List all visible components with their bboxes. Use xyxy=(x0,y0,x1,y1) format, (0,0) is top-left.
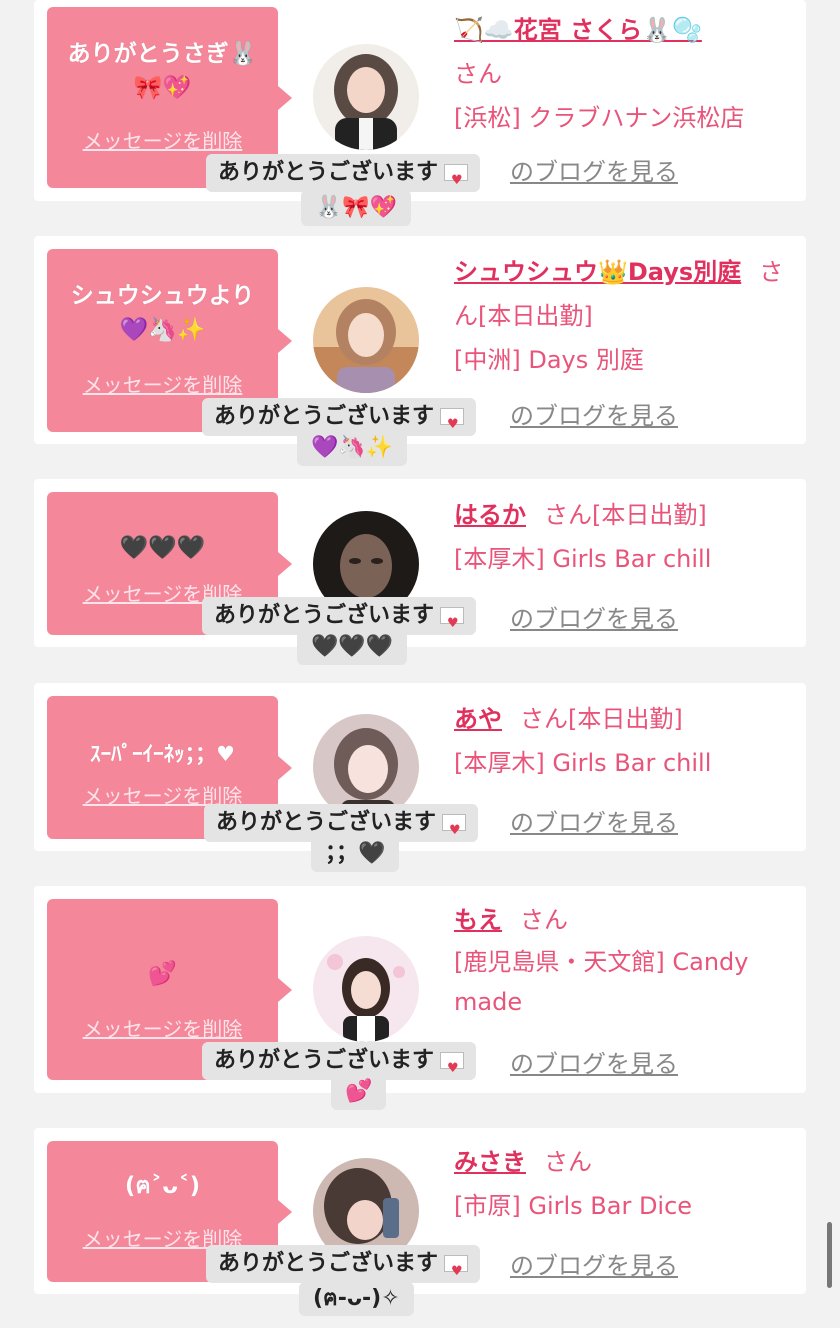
bubble-text-line1: 🖤🖤🖤 xyxy=(119,535,206,561)
tooltip-emoji: 🐰🎀💖 xyxy=(301,190,412,226)
cast-info: もえ さん [鹿児島県・天文館] Candy made xyxy=(454,898,794,1022)
blog-link[interactable]: のブログを見る xyxy=(510,599,678,634)
thanks-text: ありがとうございます xyxy=(218,160,439,185)
san-label: さん xyxy=(520,705,568,733)
blog-link[interactable]: のブログを見る xyxy=(510,1044,678,1079)
shop-name: [本厚木] Girls Bar chill xyxy=(454,749,712,777)
blog-link[interactable]: のブログを見る xyxy=(510,152,678,187)
message-card: ｽｰﾊﾟｰｲｰﾈｯ；；♥ メッセージを削除 あや さん[本日出勤] [本厚木] G… xyxy=(34,683,806,872)
blog-link[interactable]: のブログを見る xyxy=(510,396,678,431)
bubble-text-line1: (ฅ˃ᴗ˂) xyxy=(124,1173,201,1199)
love-letter-icon xyxy=(440,1050,465,1088)
bubble-text-line1: ｽｰﾊﾟｰｲｰﾈｯ；；♥ xyxy=(90,742,235,766)
bubble-text-line1: シュウシュウより xyxy=(70,283,255,309)
delete-message-link[interactable]: メッセージを削除 xyxy=(47,369,278,398)
love-letter-icon xyxy=(440,605,465,643)
love-letter-icon xyxy=(440,406,465,444)
tooltip-emoji: (ฅ-ᴗ-)✧ xyxy=(299,1282,414,1316)
cast-name-link[interactable]: 🏹☁️花宮 さくら🐰🫧 xyxy=(454,16,702,44)
thanks-text: ありがとうございます xyxy=(214,1048,435,1073)
cast-info: みさき さん [市原] Girls Bar Dice xyxy=(454,1140,794,1228)
bubble-text-line1: ありがとうさぎ🐰 xyxy=(67,41,258,67)
tooltip-emoji: ；；🖤 xyxy=(311,836,400,872)
message-card: 🖤🖤🖤 メッセージを削除 はるか さん[本日出勤] [本厚木] Girls Bar… xyxy=(34,479,806,665)
message-card: 💕 メッセージを削除 もえ さん [鹿児島県・天文館] Candy made のブ… xyxy=(34,886,806,1110)
cast-name-link[interactable]: みさき xyxy=(454,1148,526,1176)
tooltip-emoji: 🖤🖤🖤 xyxy=(297,629,408,665)
cast-name-link[interactable]: シュウシュウ👑Days別庭 xyxy=(454,258,741,286)
delete-message-link[interactable]: メッセージを削除 xyxy=(47,125,278,154)
thanks-text: ありがとうございます xyxy=(214,603,435,628)
thanks-text: ありがとうございます xyxy=(216,810,437,835)
cast-info: はるか さん[本日出勤] [本厚木] Girls Bar chill xyxy=(454,493,794,581)
delete-message-link[interactable]: メッセージを削除 xyxy=(47,1013,278,1042)
avatar[interactable] xyxy=(313,44,419,150)
san-label: さん xyxy=(454,60,502,88)
san-label: さん xyxy=(520,906,568,934)
tooltip-emoji: 💕 xyxy=(331,1074,387,1110)
bubble-text-line1: 💕 xyxy=(148,961,177,987)
shop-name: [中洲] Days 別庭 xyxy=(454,346,644,374)
love-letter-icon xyxy=(444,162,469,200)
love-letter-icon xyxy=(444,1253,469,1291)
scrollbar[interactable] xyxy=(827,1222,832,1288)
shop-name: [本厚木] Girls Bar chill xyxy=(454,545,712,573)
bubble-text-line2: 💜🦄✨ xyxy=(119,317,206,343)
cast-info: あや さん[本日出勤] [本厚木] Girls Bar chill xyxy=(454,697,794,785)
love-letter-icon xyxy=(442,812,467,850)
shop-name: [市原] Girls Bar Dice xyxy=(454,1192,693,1220)
blog-link[interactable]: のブログを見る xyxy=(510,803,678,838)
work-status: [本日出勤] xyxy=(478,302,593,330)
san-label: さん xyxy=(544,1148,592,1176)
shop-name: [鹿児島県・天文館] Candy made xyxy=(454,948,749,1016)
cast-name-link[interactable]: もえ xyxy=(454,906,502,934)
san-label: さん xyxy=(544,501,592,529)
thanks-text: ありがとうございます xyxy=(214,404,435,429)
avatar[interactable] xyxy=(313,936,419,1042)
cast-name-link[interactable]: はるか xyxy=(454,501,526,529)
cast-info: シュウシュウ👑Days別庭 さん[本日出勤] [中洲] Days 別庭 xyxy=(454,250,794,382)
cast-name-link[interactable]: あや xyxy=(454,705,502,733)
bubble-text-line2: 🎀💖 xyxy=(133,75,192,101)
work-status: [本日出勤] xyxy=(592,501,707,529)
thanks-text: ありがとうございます xyxy=(218,1251,439,1276)
avatar[interactable] xyxy=(313,287,419,393)
work-status: [本日出勤] xyxy=(568,705,683,733)
message-card: ありがとうさぎ🐰 🎀💖 メッセージを削除 🏹☁️花宮 さくら🐰🫧 さん [浜松]… xyxy=(34,0,806,226)
tooltip-emoji: 💜🦄✨ xyxy=(297,430,408,466)
message-card: (ฅ˃ᴗ˂) メッセージを削除 みさき さん [市原] Girls Bar Dic… xyxy=(34,1128,806,1316)
cast-info: 🏹☁️花宮 さくら🐰🫧 さん [浜松] クラブハナン浜松店 xyxy=(454,8,794,140)
shop-name: [浜松] クラブハナン浜松店 xyxy=(454,104,745,132)
message-card: シュウシュウより 💜🦄✨ メッセージを削除 シュウシュウ👑Days別庭 さん[本日… xyxy=(34,236,806,466)
thanks-tooltip: ありがとうございます xyxy=(206,1245,481,1291)
blog-link[interactable]: のブログを見る xyxy=(510,1246,678,1281)
thanks-tooltip: ありがとうございます xyxy=(206,154,481,200)
